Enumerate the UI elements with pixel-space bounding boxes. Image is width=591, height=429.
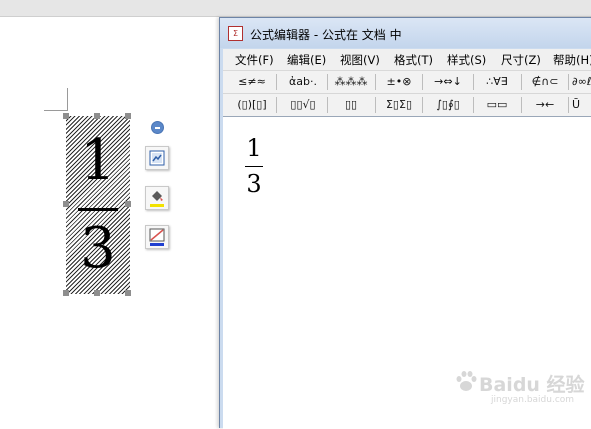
spaces-ellipses-button[interactable]: ἀab·. — [281, 73, 325, 91]
operator-symbols-button[interactable]: ±•⊗ — [379, 73, 419, 91]
menu-style[interactable]: 样式(S) — [447, 52, 486, 68]
labeled-arrow-templates-button[interactable]: →← — [525, 96, 565, 114]
toolbar-separator — [568, 74, 569, 90]
image-layout-button[interactable] — [145, 146, 169, 170]
window-title: 公式编辑器 - 公式在 文档 中 — [250, 28, 402, 42]
symbol-palette-row: ≤≠≈ ἀab·. ⁂⁂⁂ ±•⊗ →⇔↓ ∴∀∃ ∉∩⊂ ∂∞ℓ — [223, 71, 591, 94]
equation-numerator: 1 — [80, 128, 116, 193]
margin-crop-mark — [44, 110, 68, 111]
toolbar-separator — [276, 74, 277, 90]
toolbar-separator — [568, 97, 569, 113]
misc-symbols-button[interactable]: ∂∞ℓ — [572, 73, 591, 91]
resize-handle-right[interactable] — [125, 201, 131, 207]
menu-size[interactable]: 尺寸(Z) — [501, 52, 541, 68]
menu-view[interactable]: 视图(V) — [340, 52, 380, 68]
toolbar-separator — [422, 97, 423, 113]
resize-handle-bottom-left[interactable] — [63, 290, 69, 296]
summation-templates-button[interactable]: Σ▯Σ▯ — [379, 96, 419, 114]
template-palette-row: (▯)[▯] ▯▯√▯ ▯▯ Σ▯Σ▯ ∫▯∮▯ ▭▭ →← Ū — [223, 94, 591, 117]
watermark-text: Baidu 经验 — [479, 374, 585, 396]
equation-editor-app-icon: Σ — [228, 26, 243, 41]
line-color-button[interactable] — [145, 225, 169, 249]
integral-templates-button[interactable]: ∫▯∮▯ — [427, 96, 469, 114]
toolbar-separator — [473, 97, 474, 113]
toolbar-separator — [327, 74, 328, 90]
fraction-radical-templates-button[interactable]: ▯▯√▯ — [281, 96, 325, 114]
fill-bucket-icon — [150, 191, 164, 207]
minus-circle-icon[interactable] — [151, 121, 164, 134]
bar-templates-button[interactable]: ▭▭ — [477, 96, 517, 114]
menu-edit[interactable]: 编辑(E) — [287, 52, 326, 68]
logical-symbols-button[interactable]: ∴∀∃ — [477, 73, 517, 91]
toolbar-separator — [276, 97, 277, 113]
resize-handle-bottom[interactable] — [94, 290, 100, 296]
resize-handle-top-left[interactable] — [63, 113, 69, 119]
product-templates-button[interactable]: Ū — [572, 96, 591, 114]
toolbar-separator — [327, 97, 328, 113]
editor-numerator[interactable]: 1 — [243, 135, 265, 161]
toolbar-separator — [521, 97, 522, 113]
margin-crop-mark — [67, 88, 68, 111]
watermark-url: jingyan.baidu.com — [491, 395, 575, 405]
toolbar-separator — [473, 74, 474, 90]
window-titlebar[interactable]: Σ 公式编辑器 - 公式在 文档 中 — [220, 18, 591, 48]
fence-templates-button[interactable]: (▯)[▯] — [233, 96, 271, 114]
relational-symbols-button[interactable]: ≤≠≈ — [233, 73, 271, 91]
toolbar-separator — [422, 74, 423, 90]
menu-format[interactable]: 格式(T) — [394, 52, 433, 68]
paw-logo-icon — [456, 371, 477, 391]
equation-fraction-bar — [78, 208, 118, 211]
menu-help[interactable]: 帮助(H) — [553, 52, 591, 68]
subscript-templates-button[interactable]: ▯▯ — [331, 96, 371, 114]
editor-fraction[interactable]: 1 3 — [243, 135, 265, 197]
set-theory-symbols-button[interactable]: ∉∩⊂ — [525, 73, 565, 91]
line-color-icon — [149, 228, 165, 246]
menu-file[interactable]: 文件(F) — [235, 52, 274, 68]
menu-bar: 文件(F) 编辑(E) 视图(V) 格式(T) 样式(S) 尺寸(Z) 帮助(H… — [223, 49, 591, 71]
editor-denominator[interactable]: 3 — [243, 171, 265, 197]
editor-fraction-bar — [245, 166, 263, 167]
fill-color-button[interactable] — [145, 186, 169, 210]
arrow-symbols-button[interactable]: →⇔↓ — [427, 73, 469, 91]
resize-handle-left[interactable] — [63, 201, 69, 207]
baidu-watermark: Baidu 经验 jingyan.baidu.com — [455, 366, 585, 406]
embellishments-button[interactable]: ⁂⁂⁂ — [331, 73, 371, 91]
selected-equation-object[interactable]: 1 3 — [66, 116, 130, 294]
equation-denominator: 3 — [80, 216, 116, 281]
toolbar-separator — [375, 97, 376, 113]
image-layout-icon — [149, 150, 165, 166]
resize-handle-top[interactable] — [94, 113, 100, 119]
toolbar-separator — [375, 74, 376, 90]
resize-handle-bottom-right[interactable] — [125, 290, 131, 296]
document-top-bar — [0, 0, 591, 17]
toolbar-separator — [521, 74, 522, 90]
resize-handle-top-right[interactable] — [125, 113, 131, 119]
